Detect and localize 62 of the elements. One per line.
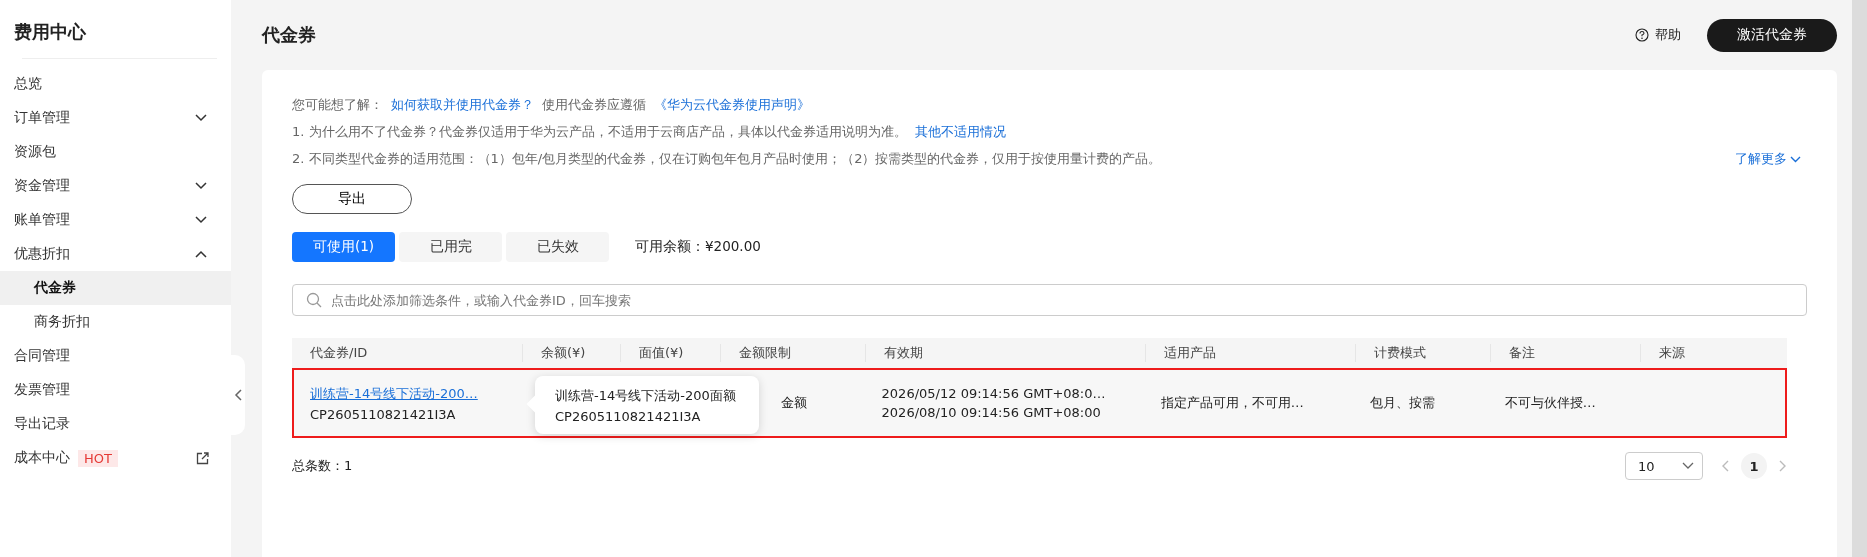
page-size-select[interactable]: 10: [1625, 452, 1703, 480]
column-header: 来源: [1640, 344, 1787, 362]
tooltip-title: 训练营-14号线下活动-200面额: [555, 386, 737, 405]
column-header: 计费模式: [1355, 344, 1490, 362]
table-cell-text: 指定产品可用，不可用…: [1160, 394, 1305, 412]
tooltip-id: CP2605110821421I3A: [555, 408, 702, 424]
activate-voucher-button[interactable]: 激活代金券: [1707, 18, 1837, 52]
scrollbar[interactable]: [1852, 0, 1867, 557]
column-header: 金额限制: [720, 344, 865, 362]
sidebar-item[interactable]: 成本中心 HOT: [0, 441, 231, 475]
sidebar-item[interactable]: 资金管理: [0, 169, 231, 203]
notice-text: 使用代金券应遵循: [542, 96, 646, 114]
collapse-handle[interactable]: [231, 355, 245, 435]
sidebar-item[interactable]: 总览: [0, 67, 231, 101]
page-number[interactable]: 1: [1741, 453, 1767, 479]
sidebar-item[interactable]: 合同管理: [0, 339, 231, 373]
table-cell-text: 包月、按需: [1370, 394, 1437, 412]
valid-to-text: 2026/08/10 09:14:56 GMT+08:00: [881, 405, 1102, 420]
chevron-down-icon: [1682, 462, 1694, 470]
help-link[interactable]: 帮助: [1635, 26, 1681, 44]
table-cell-text: 不可与伙伴授…: [1504, 394, 1597, 412]
notice-text: 1. 为什么用不了代金券？代金券仅适用于华为云产品，不适用于云商店产品，具体以代金券适用说明为准。: [292, 123, 907, 141]
column-header: 余额(¥): [522, 344, 620, 362]
status-tab[interactable]: 可使用(1): [292, 232, 395, 262]
balance-text: 可用余额：¥200.00: [635, 238, 761, 256]
export-button[interactable]: 导出: [292, 184, 412, 214]
help-link[interactable]: 如何获取并使用代金券？: [391, 96, 534, 114]
column-header: 备注: [1490, 344, 1640, 362]
hot-badge: HOT: [78, 449, 118, 467]
sidebar-title: 费用中心: [13, 20, 87, 44]
sidebar-item[interactable]: 资源包: [0, 135, 231, 169]
search-icon: [306, 292, 322, 308]
page-title: 代金券: [262, 23, 316, 47]
voucher-name-link[interactable]: 训练营-14号线下活动-200…: [310, 384, 524, 403]
help-icon: [1635, 28, 1649, 42]
search-field[interactable]: 点击此处添加筛选条件，或输入代金券ID，回车搜索: [292, 284, 1807, 316]
sidebar-item[interactable]: 账单管理: [0, 203, 231, 237]
sidebar-item[interactable]: 商务折扣: [0, 305, 231, 339]
sidebar-item[interactable]: 订单管理: [0, 101, 231, 135]
table-cell-text: 金额: [780, 394, 808, 412]
column-header: 有效期: [865, 344, 1145, 362]
total-count: 总条数：1: [292, 457, 353, 475]
notice-text: 您可能想了解：: [292, 96, 383, 114]
chevron-left-icon: [234, 389, 242, 401]
notice-text: 2. 不同类型代金券的适用范围：（1）包年/包月类型的代金券，仅在订购包年包月产品时使用；（2）按需类型的代金券，仅用于按使用量计费的产品。: [292, 150, 1162, 168]
sidebar-item[interactable]: 优惠折扣: [0, 237, 231, 271]
column-header: 面值(¥): [620, 344, 720, 362]
previous-page-icon[interactable]: [1721, 460, 1729, 472]
sidebar-item[interactable]: 代金券: [0, 271, 231, 305]
valid-from-text: 2026/05/12 09:14:56 GMT+08:0…: [881, 386, 1107, 401]
status-tab[interactable]: 已失效: [506, 232, 609, 262]
statement-link[interactable]: 《华为云代金券使用声明》: [654, 96, 810, 114]
learn-more-link[interactable]: 了解更多: [1735, 150, 1801, 168]
voucher-id: CP2605110821421I3A: [310, 406, 457, 422]
column-header: 适用产品: [1145, 344, 1355, 362]
column-header: 代金券/ID: [309, 344, 369, 362]
sidebar-item[interactable]: 导出记录: [0, 407, 231, 441]
status-tab[interactable]: 已用完: [399, 232, 502, 262]
exceptions-link[interactable]: 其他不适用情况: [914, 123, 1006, 141]
chevron-down-icon: [1790, 155, 1801, 163]
next-page-icon[interactable]: [1779, 460, 1787, 472]
sidebar-item[interactable]: 发票管理: [0, 373, 231, 407]
